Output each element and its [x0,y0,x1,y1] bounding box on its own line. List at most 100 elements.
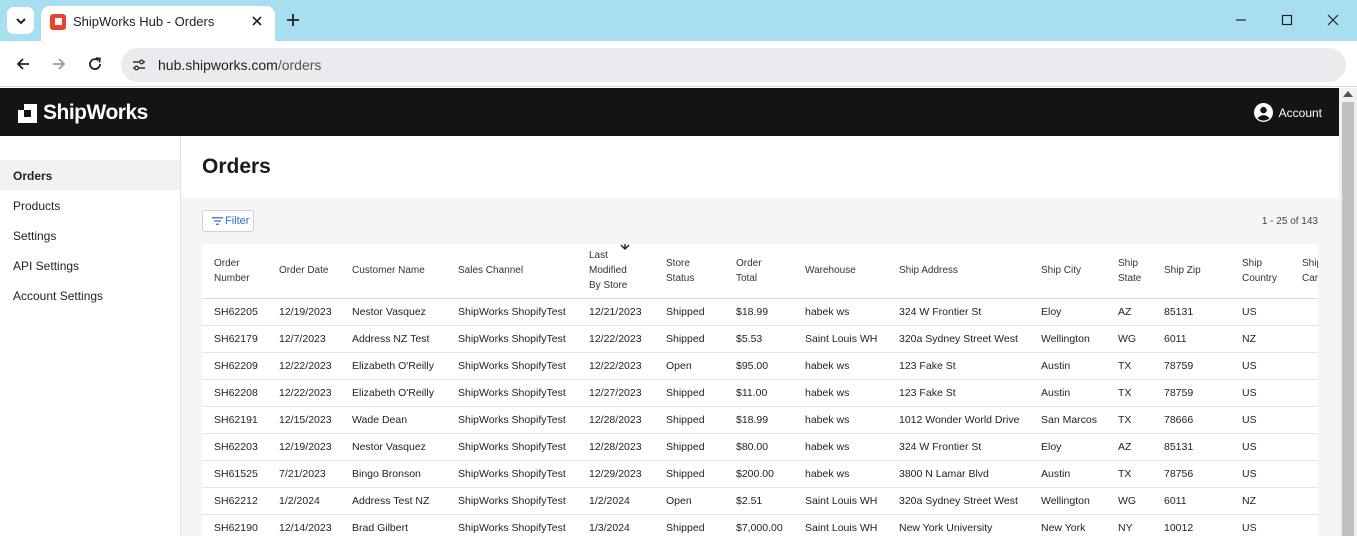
table-row[interactable]: SH62212 1/2/2024 Address Test NZ ShipWorks … [202,487,1318,515]
column-header[interactable]: Order Number [202,244,267,299]
table-cell: 123 Fake St [887,352,1029,380]
table-cell: 7/21/2023 [267,460,340,488]
column-header[interactable]: Customer Name [340,244,446,299]
table-cell: US [1230,460,1290,488]
table-row[interactable]: SH62205 12/19/2023 Nestor Vasquez ShipWorks… [202,298,1318,326]
table-cell: $200.00 [724,460,793,488]
browser-tab-active[interactable]: ShipWorks Hub - Orders [41,6,275,41]
column-header[interactable]: Order Date [267,244,340,299]
table-cell: Austin [1029,379,1106,407]
sidebar-item-products[interactable]: Products [0,190,180,220]
table-cell: WG [1106,325,1152,353]
table-cell: US [1230,352,1290,380]
sidebar-item-orders[interactable]: Orders [0,160,180,190]
new-tab-button[interactable] [282,9,304,31]
table-cell: AZ [1106,433,1152,461]
filter-icon [212,217,223,225]
table-cell: 12/29/2023 [577,460,654,488]
table-row[interactable]: SH62203 12/19/2023 Nestor Vasquez ShipWorks… [202,433,1318,461]
table-cell: 1/3/2024 [577,514,654,536]
scroll-up-arrow-icon[interactable] [1343,91,1353,97]
table-row[interactable]: SH61525 7/21/2023 Bingo Bronson ShipWorks S… [202,460,1318,488]
shipworks-logo[interactable]: ShipWorks [18,101,148,125]
table-cell: 324 W Frontier St [887,433,1029,461]
sidebar-item-api-settings[interactable]: API Settings [0,250,180,280]
forward-button[interactable] [47,52,71,76]
table-cell: 12/28/2023 [577,406,654,434]
table-cell [1290,379,1318,407]
back-button[interactable] [11,52,35,76]
column-header[interactable]: Sales Channel [446,244,577,299]
table-body: SH62205 12/19/2023 Nestor Vasquez ShipWorks… [202,298,1318,536]
table-cell: habek ws [793,298,887,326]
table-row[interactable]: SH62190 12/14/2023 Brad Gilbert ShipWorks S… [202,514,1318,536]
table-cell: Nestor Vasquez [340,298,446,326]
maximize-button[interactable] [1275,9,1299,31]
column-header[interactable]: Ship Country [1230,244,1290,299]
table-cell: $5.53 [724,325,793,353]
sidebar-item-account-settings[interactable]: Account Settings [0,280,180,310]
tab-close-button[interactable] [248,12,266,30]
page-scrollbar[interactable] [1339,88,1357,536]
app-header: ShipWorks Account [0,88,1339,136]
main-content: Orders Filter 1 - 25 of 143 Order Number … [181,136,1339,536]
table-cell: ShipWorks ShopifyTest [446,379,577,407]
column-header[interactable]: Store Status [654,244,724,299]
table-cell [1290,433,1318,461]
table-cell: 12/22/2023 [267,379,340,407]
table-cell: Wellington [1029,487,1106,515]
page-header: Orders [181,136,1339,198]
site-info-button[interactable] [129,55,149,75]
table-cell: 3800 N Lamar Blvd [887,460,1029,488]
sidebar-item-settings[interactable]: Settings [0,220,180,250]
close-window-button[interactable] [1321,9,1345,31]
table-cell: 78666 [1152,406,1230,434]
column-header[interactable]: Warehouse [793,244,887,299]
tab-search-button[interactable] [7,7,34,34]
column-header-sorted[interactable]: Last Modified By Store [577,244,654,299]
pagination-summary: 1 - 25 of 143 [1261,216,1318,227]
address-bar[interactable]: hub.shipworks.com/orders [121,48,1346,82]
table-cell: ShipWorks ShopifyTest [446,433,577,461]
table-cell: Eloy [1029,298,1106,326]
table-row[interactable]: SH62191 12/15/2023 Wade Dean ShipWorks Shop… [202,406,1318,434]
table-row[interactable]: SH62179 12/7/2023 Address NZ Test ShipWorks… [202,325,1318,353]
table-row[interactable]: SH62209 12/22/2023 Elizabeth O'Reilly ShipW… [202,352,1318,380]
column-header[interactable]: Ship State [1106,244,1152,299]
column-header[interactable]: Ship City [1029,244,1106,299]
table-cell: AZ [1106,298,1152,326]
column-header[interactable]: ShipCarr [1290,244,1318,299]
table-cell [1290,514,1318,536]
table-cell: 12/22/2023 [267,352,340,380]
table-cell: 123 Fake St [887,379,1029,407]
orders-table-container[interactable]: Order Number Order Date Customer Name Sal… [202,244,1318,536]
column-header[interactable]: Ship Address [887,244,1029,299]
table-cell: $18.99 [724,298,793,326]
account-menu[interactable]: Account [1253,103,1322,122]
tab-title: ShipWorks Hub - Orders [73,14,215,29]
table-cell: SH62208 [202,379,267,407]
table-cell: Wellington [1029,325,1106,353]
table-cell: 85131 [1152,298,1230,326]
filter-button[interactable]: Filter [202,210,254,232]
maximize-icon [1281,14,1293,26]
table-cell: Bingo Bronson [340,460,446,488]
column-header[interactable]: Order Total [724,244,793,299]
table-cell [1290,406,1318,434]
sidebar-nav: Orders Products Settings API Settings Ac… [0,136,181,536]
table-cell: habek ws [793,460,887,488]
url-host: hub.shipworks.com [158,57,278,73]
browser-toolbar: hub.shipworks.com/orders [0,41,1357,87]
table-cell: Austin [1029,460,1106,488]
table-cell: 10012 [1152,514,1230,536]
table-cell: SH62205 [202,298,267,326]
column-header[interactable]: Ship Zip [1152,244,1230,299]
table-cell: Open [654,487,724,515]
table-row[interactable]: SH62208 12/22/2023 Elizabeth O'Reilly ShipW… [202,379,1318,407]
table-cell: 1/2/2024 [267,487,340,515]
minimize-button[interactable] [1229,9,1253,31]
table-cell: ShipWorks ShopifyTest [446,487,577,515]
reload-button[interactable] [83,52,107,76]
table-cell: WG [1106,487,1152,515]
scrollbar-thumb[interactable] [1342,102,1354,536]
